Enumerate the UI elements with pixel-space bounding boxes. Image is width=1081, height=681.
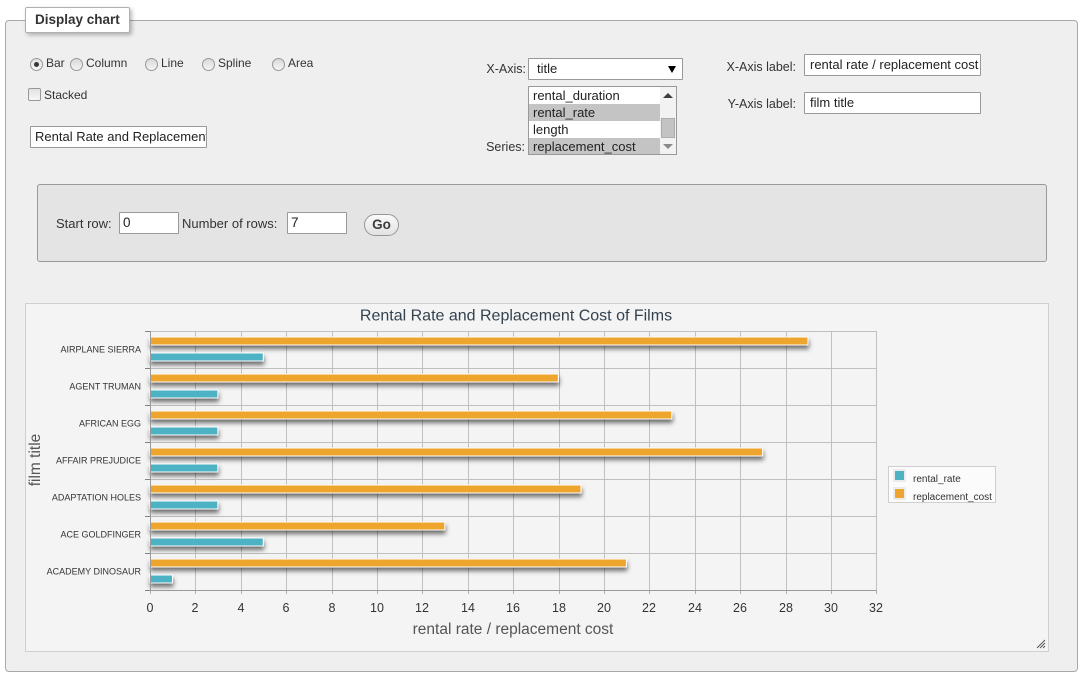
svg-text:24: 24: [688, 601, 702, 615]
svg-text:12: 12: [415, 601, 429, 615]
svg-text:14: 14: [461, 601, 475, 615]
svg-text:2: 2: [192, 601, 199, 615]
svg-text:rental rate / replacement cost: rental rate / replacement cost: [413, 621, 614, 638]
svg-text:6: 6: [283, 601, 290, 615]
svg-text:AFRICAN EGG: AFRICAN EGG: [79, 419, 141, 429]
svg-text:18: 18: [552, 601, 566, 615]
svg-text:ACE GOLDFINGER: ACE GOLDFINGER: [60, 530, 141, 540]
svg-text:20: 20: [597, 601, 611, 615]
svg-text:30: 30: [824, 601, 838, 615]
svg-text:ADAPTATION HOLES: ADAPTATION HOLES: [52, 493, 141, 503]
svg-text:26: 26: [733, 601, 747, 615]
svg-text:AFFAIR PREJUDICE: AFFAIR PREJUDICE: [56, 456, 141, 466]
svg-text:film title: film title: [27, 434, 44, 487]
svg-text:32: 32: [869, 601, 883, 615]
svg-text:0: 0: [147, 601, 154, 615]
svg-text:16: 16: [506, 601, 520, 615]
svg-text:replacement_cost: replacement_cost: [913, 492, 992, 503]
svg-text:ACADEMY DINOSAUR: ACADEMY DINOSAUR: [47, 567, 142, 577]
svg-text:22: 22: [642, 601, 656, 615]
svg-text:AIRPLANE SIERRA: AIRPLANE SIERRA: [60, 345, 141, 355]
svg-text:8: 8: [329, 601, 336, 615]
svg-text:rental_rate: rental_rate: [913, 474, 961, 485]
svg-text:Rental Rate and Replacement Co: Rental Rate and Replacement Cost of Film…: [360, 308, 672, 325]
svg-text:4: 4: [238, 601, 245, 615]
svg-text:28: 28: [779, 601, 793, 615]
svg-text:AGENT TRUMAN: AGENT TRUMAN: [69, 382, 141, 392]
svg-text:10: 10: [370, 601, 384, 615]
